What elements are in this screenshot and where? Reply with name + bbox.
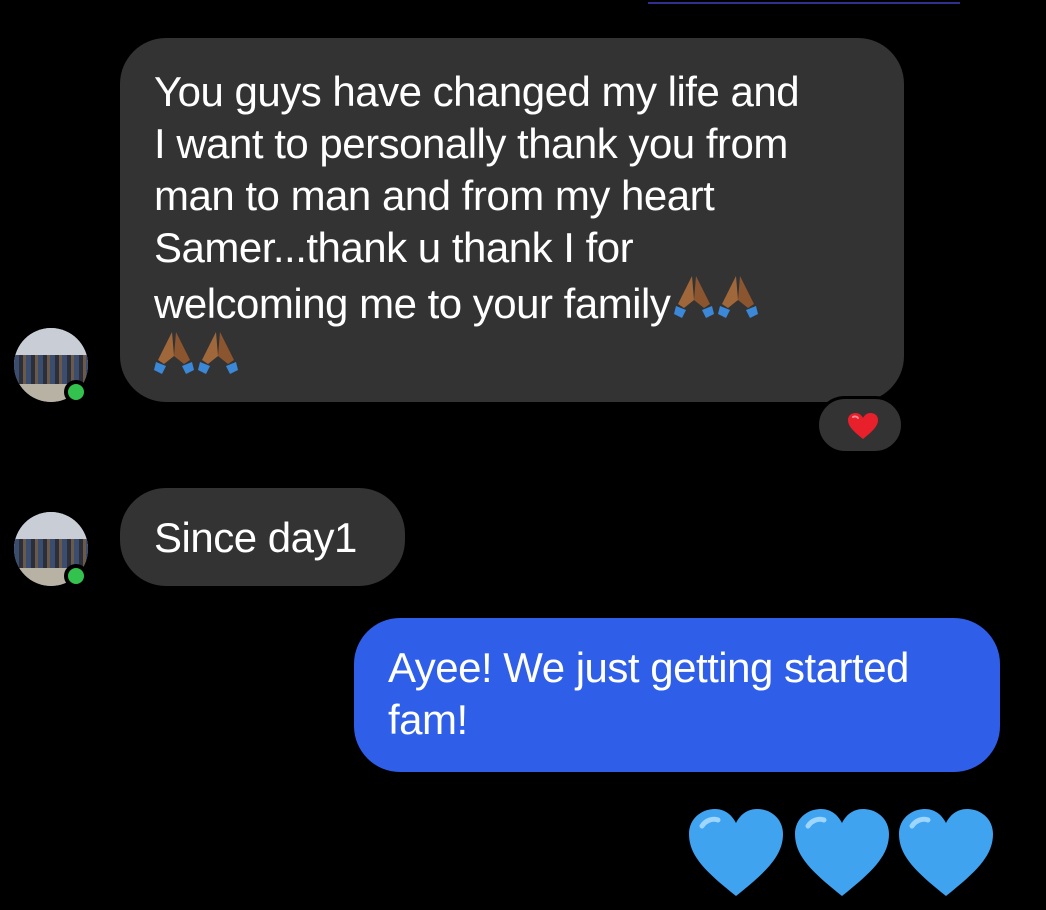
message-line: You guys have changed my life and	[154, 68, 800, 115]
blue-heart-icon[interactable]	[896, 806, 996, 898]
message-line: man to man and from my heart	[154, 172, 715, 219]
message-line: welcoming me to your family	[154, 274, 874, 330]
message-line: Since day1	[154, 514, 357, 561]
folded-hands-icon	[154, 330, 194, 378]
message-line	[154, 330, 874, 386]
blue-heart-icon[interactable]	[686, 806, 786, 898]
incoming-message-bubble[interactable]: You guys have changed my life and I want…	[120, 38, 904, 402]
red-heart-icon	[848, 413, 878, 439]
outgoing-message-bubble[interactable]: Ayee! We just getting started fam!	[354, 618, 1000, 772]
folded-hands-icon	[718, 274, 759, 322]
incoming-message-bubble[interactable]: Since day1	[120, 488, 405, 586]
folded-hands-icon	[198, 330, 238, 378]
message-reaction[interactable]	[816, 396, 904, 454]
header-divider	[648, 2, 960, 4]
message-line: I want to personally thank you from	[154, 120, 788, 167]
online-status-dot	[64, 380, 88, 404]
folded-hands-icon	[674, 274, 715, 322]
message-line: Ayee! We just getting started	[388, 644, 909, 691]
online-status-dot	[64, 564, 88, 588]
message-text: welcoming me to your family	[154, 280, 671, 327]
message-line: Samer...thank u thank I for	[154, 224, 634, 271]
message-line: fam!	[388, 696, 468, 743]
blue-heart-icon[interactable]	[792, 806, 892, 898]
